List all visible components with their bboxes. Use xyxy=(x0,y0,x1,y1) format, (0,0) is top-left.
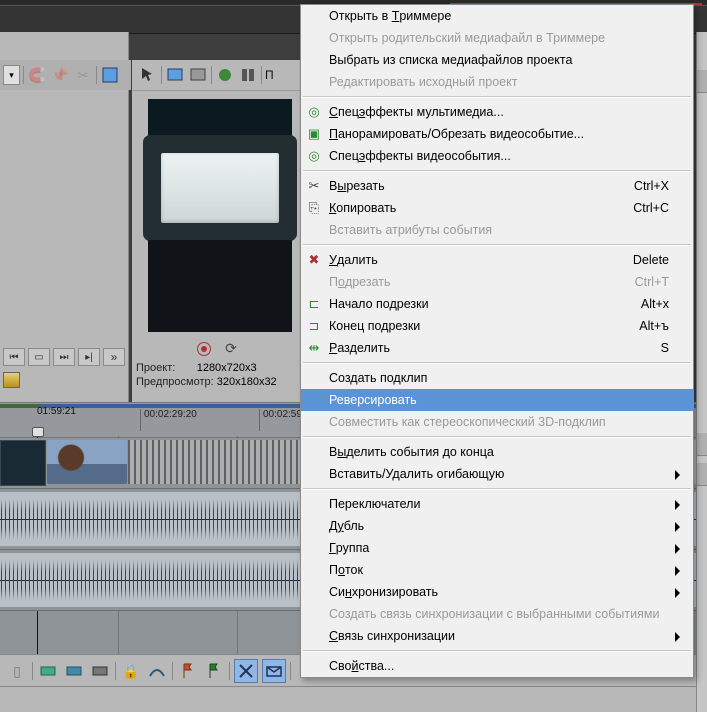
context-menu: Открыть в Триммере Открыть родительский … xyxy=(300,4,694,678)
menu-split[interactable]: ⇹РазделитьS xyxy=(301,337,693,359)
menu-insert-remove-envelope[interactable]: Вставить/Удалить огибающую xyxy=(301,463,693,485)
refresh-icon[interactable]: ⟳ xyxy=(225,340,237,357)
toolbar-label: П xyxy=(265,68,274,82)
flag-in-icon[interactable] xyxy=(177,660,199,682)
menu-switches[interactable]: Переключатели xyxy=(301,493,693,515)
tool-clip2-icon[interactable] xyxy=(63,660,85,682)
fx-icon[interactable] xyxy=(215,65,235,85)
preview-toolbar: П xyxy=(132,60,302,91)
preview-value: 320x180x32 xyxy=(217,376,277,388)
menu-sync[interactable]: Синхронизировать xyxy=(301,581,693,603)
flag-out-icon[interactable] xyxy=(203,660,225,682)
split-icon[interactable] xyxy=(238,65,258,85)
menu-event-fx[interactable]: ◎Спецэффекты видеособытия... xyxy=(301,145,693,167)
envelope-icon[interactable] xyxy=(262,659,286,683)
menu-stream[interactable]: Поток xyxy=(301,559,693,581)
window-icon[interactable] xyxy=(100,65,120,85)
back-step-icon[interactable]: ⏮ xyxy=(3,348,25,366)
fwd-step-icon[interactable]: ⏭ xyxy=(53,348,75,366)
more-icon[interactable]: » xyxy=(103,348,125,366)
menu-sync-link[interactable]: Связь синхронизации xyxy=(301,625,693,647)
cut-icon[interactable]: ✂ xyxy=(73,65,93,85)
menu-reverse[interactable]: Реверсировать xyxy=(301,389,693,411)
menu-select-events-to-end[interactable]: Выделить события до конца xyxy=(301,441,693,463)
clip-thumb-dark[interactable] xyxy=(0,440,46,486)
snap-icon[interactable] xyxy=(234,659,258,683)
range-icon[interactable]: ▭ xyxy=(28,348,50,366)
dropdown-toggle[interactable]: ▾ xyxy=(3,65,20,85)
menu-open-trimmer[interactable]: Открыть в Триммере xyxy=(301,5,693,27)
pin-icon[interactable]: 📌 xyxy=(50,65,70,85)
preview-panel: П ⟳ Проект: 1280x720x3 Предпросмотр: 320… xyxy=(132,60,302,402)
cursor-icon[interactable] xyxy=(138,65,158,85)
menu-group[interactable]: Группа xyxy=(301,537,693,559)
tool-lock-icon[interactable]: 🔒 xyxy=(120,660,142,682)
tool-arrow-icon[interactable]: ▯ xyxy=(6,660,28,682)
clip-thumb-person[interactable] xyxy=(47,440,127,484)
color-swatch[interactable] xyxy=(3,372,20,388)
end-icon[interactable]: ▸| xyxy=(78,348,100,366)
project-label: Проект: xyxy=(136,362,175,374)
tool-clip1-icon[interactable] xyxy=(37,660,59,682)
screen2-icon[interactable] xyxy=(188,65,208,85)
menu-cut[interactable]: ✂ВырезатьCtrl+X xyxy=(301,175,693,197)
menu-media-fx[interactable]: ◎Спецэффекты мультимедиа... xyxy=(301,101,693,123)
left-toolbar: ▾ 🧲 📌 ✂ xyxy=(0,60,131,90)
menu-trim-end[interactable]: ⊐Конец подрезкиAlt+ъ xyxy=(301,315,693,337)
playhead-time: 01:59:21 xyxy=(37,406,76,417)
project-info: Проект: 1280x720x3 Предпросмотр: 320x180… xyxy=(132,361,302,389)
tool-env-icon[interactable] xyxy=(146,660,168,682)
menu-trim-start[interactable]: ⊏Начало подрезкиAlt+х xyxy=(301,293,693,315)
preview-label: Предпросмотр: xyxy=(136,376,214,388)
bottom-toolbar-2 xyxy=(0,686,707,712)
project-value: 1280x720x3 xyxy=(197,362,257,374)
menu-select-from-project-media[interactable]: Выбрать из списка медиафайлов проекта xyxy=(301,49,693,71)
menu-copy[interactable]: ⎘КопироватьCtrl+C xyxy=(301,197,693,219)
menu-edit-source-project: Редактировать исходный проект xyxy=(301,71,693,93)
menu-create-subclip[interactable]: Создать подклип xyxy=(301,367,693,389)
tool-clip3-icon[interactable] xyxy=(89,660,111,682)
screen1-icon[interactable] xyxy=(165,65,185,85)
menu-create-sync-link: Создать связь синхронизации с выбранными… xyxy=(301,603,693,625)
menu-stereo-3d-subclip: Совместить как стереоскопический 3D-подк… xyxy=(301,411,693,433)
right-panel-stub xyxy=(696,32,707,712)
menu-pan-crop[interactable]: ▣Панорамировать/Обрезать видеособытие... xyxy=(301,123,693,145)
ruler-tick: 00:02:29:20 xyxy=(140,409,197,431)
magnet-icon[interactable]: 🧲 xyxy=(27,65,47,85)
video-preview xyxy=(148,99,292,332)
record-button[interactable] xyxy=(197,342,211,356)
menu-paste-event-attrs: Вставить атрибуты события xyxy=(301,219,693,241)
menu-take[interactable]: Дубль xyxy=(301,515,693,537)
menu-delete[interactable]: ✖УдалитьDelete xyxy=(301,249,693,271)
menu-properties[interactable]: Свойства... xyxy=(301,655,693,677)
menu-open-parent-trimmer: Открыть родительский медиафайл в Триммер… xyxy=(301,27,693,49)
menu-trim: ПодрезатьCtrl+T xyxy=(301,271,693,293)
